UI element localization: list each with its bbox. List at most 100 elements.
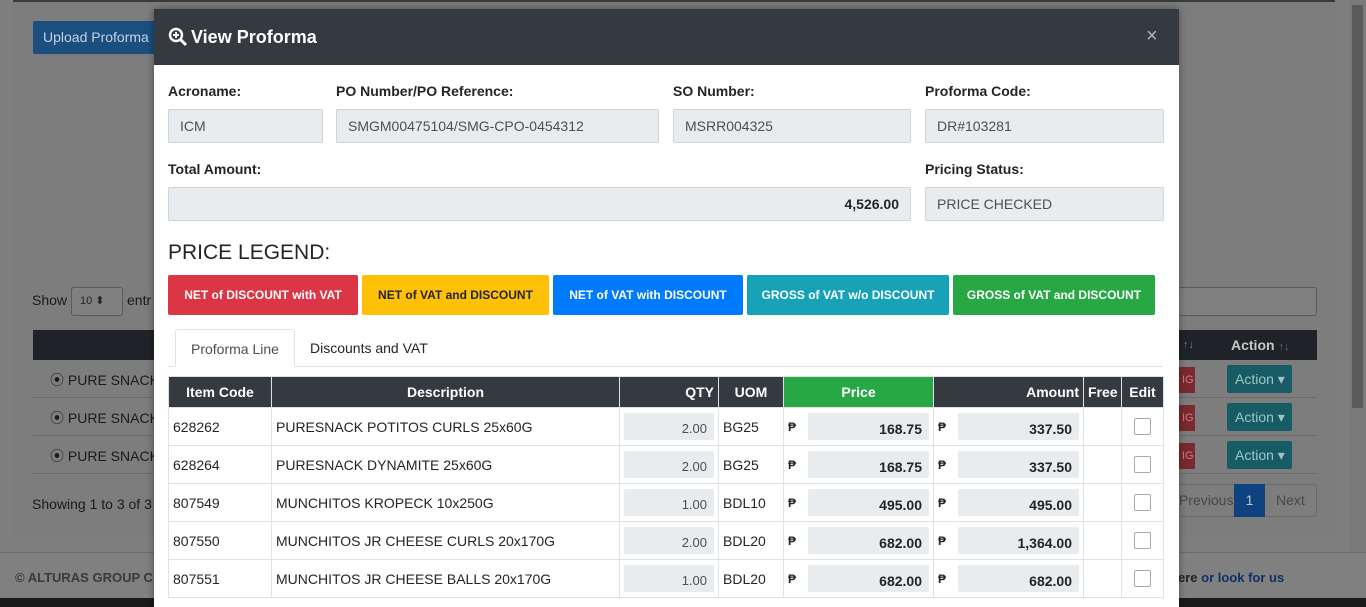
total-amount-field[interactable]: 4,526.00 — [168, 187, 911, 221]
amount-field[interactable]: 337.50 — [958, 451, 1079, 478]
free-cell — [1083, 521, 1122, 560]
proforma-code-field[interactable]: DR#103281 — [925, 109, 1164, 143]
status-badge: IG — [1179, 405, 1195, 431]
free-cell — [1083, 445, 1122, 484]
peso-icon: ₱ — [938, 533, 947, 548]
proforma-tabs: Proforma Line Discounts and VAT — [168, 329, 1163, 367]
free-cell — [1083, 483, 1122, 522]
qty-field[interactable]: 2.00 — [624, 451, 714, 478]
amount-field[interactable]: 337.50 — [958, 413, 1079, 440]
entries-label: entr — [127, 292, 152, 308]
peso-icon: ₱ — [938, 571, 947, 586]
entries-select[interactable]: 10 ⬍ — [71, 287, 123, 316]
table-row: 628264 PURESNACK DYNAMITE 25x60G 2.00 BG… — [168, 445, 1164, 484]
uom-cell: BDL20 — [718, 559, 784, 598]
action-dropdown-button[interactable]: Action ▾ — [1227, 441, 1292, 469]
uom-cell: BG25 — [718, 445, 784, 484]
show-label: Show — [32, 292, 68, 308]
proforma-code-label: Proforma Code: — [925, 83, 1031, 99]
legend-gross-of-vat-and-discount: GROSS of VAT and DISCOUNT — [953, 275, 1155, 315]
action-column-header[interactable]: Action ↑↓ — [1204, 330, 1317, 360]
close-icon[interactable]: × — [1146, 26, 1158, 46]
view-proforma-modal: View Proforma × Acroname: ICM PO Number/… — [154, 9, 1179, 607]
sort-icon: ↑↓ — [1278, 341, 1290, 353]
free-cell — [1083, 559, 1122, 598]
peso-icon: ₱ — [938, 457, 947, 472]
footer-link[interactable]: or look for us — [1201, 570, 1284, 585]
peso-icon: ₱ — [938, 419, 947, 434]
peso-icon: ₱ — [788, 457, 797, 472]
amount-field[interactable]: 682.00 — [958, 565, 1079, 592]
page-scrollbar[interactable] — [1349, 0, 1366, 552]
product-name: PURE SNACK — [67, 372, 159, 388]
uom-cell: BG25 — [718, 407, 784, 446]
zoom-in-icon — [168, 27, 188, 47]
previous-page-button[interactable]: Previous — [1179, 492, 1233, 508]
item-code-cell: 628262 — [168, 407, 272, 446]
footer-right-text: ere — [1178, 570, 1198, 585]
qty-field[interactable]: 1.00 — [624, 565, 714, 592]
amount-field[interactable]: 495.00 — [958, 489, 1079, 516]
uom-cell: BDL20 — [718, 521, 784, 560]
amount-field[interactable]: 1,364.00 — [958, 527, 1079, 554]
description-cell: PURESNACK POTITOS CURLS 25x60G — [271, 407, 620, 446]
action-dropdown-button[interactable]: Action ▾ — [1227, 365, 1292, 393]
pricing-status-field[interactable]: PRICE CHECKED — [925, 187, 1164, 221]
column-header-price: Price — [783, 376, 934, 408]
entries-select-value: 10 — [80, 295, 93, 307]
acroname-field[interactable]: ICM — [168, 109, 323, 143]
edit-checkbox[interactable] — [1134, 494, 1151, 511]
peso-icon: ₱ — [938, 495, 947, 510]
status-badge: IG — [1179, 443, 1195, 469]
so-number-field[interactable]: MSRR004325 — [673, 109, 911, 143]
table-row: 807549 MUNCHITOS KROPECK 10x250G 1.00 BD… — [168, 483, 1164, 522]
table-row: 807551 MUNCHITOS JR CHEESE BALLS 20x170G… — [168, 559, 1164, 598]
product-name: PURE SNACK — [67, 448, 159, 464]
pricing-status-label: Pricing Status: — [925, 161, 1024, 177]
price-field[interactable]: 168.75 — [808, 451, 929, 478]
column-header-qty: QTY — [619, 376, 719, 408]
action-label: Action — [1235, 371, 1274, 387]
pagination: Previous 1 Next — [1178, 484, 1317, 517]
tab-discounts-and-vat[interactable]: Discounts and VAT — [295, 329, 443, 367]
edit-checkbox[interactable] — [1134, 532, 1151, 549]
description-cell: MUNCHITOS JR CHEESE CURLS 20x170G — [271, 521, 620, 560]
column-header-amount: Amount — [933, 376, 1084, 408]
po-number-field[interactable]: SMGM00475104/SMG-CPO-0454312 — [336, 109, 659, 143]
qty-field[interactable]: 2.00 — [624, 527, 714, 554]
status-badge: IG — [1179, 367, 1195, 393]
so-number-label: SO Number: — [673, 83, 755, 99]
acroname-label: Acroname: — [168, 83, 242, 99]
edit-checkbox[interactable] — [1134, 418, 1151, 435]
edit-checkbox[interactable] — [1134, 570, 1151, 587]
price-field[interactable]: 682.00 — [808, 565, 929, 592]
price-field[interactable]: 682.00 — [808, 527, 929, 554]
search-input[interactable] — [1178, 287, 1317, 316]
footer-copyright: © ALTURAS GROUP C — [15, 570, 153, 585]
footer-right: ere or look for us — [1178, 570, 1284, 585]
upload-proforma-button[interactable]: Upload Proforma — [33, 21, 163, 54]
action-label: Action — [1235, 409, 1274, 425]
next-page-button[interactable]: Next — [1276, 492, 1305, 508]
peso-icon: ₱ — [788, 533, 797, 548]
qty-field[interactable]: 1.00 — [624, 489, 714, 516]
sort-icon[interactable]: ↑↓ — [1183, 330, 1194, 360]
page-1-button[interactable]: 1 — [1234, 484, 1265, 517]
item-code-cell: 807549 — [168, 483, 272, 522]
qty-field[interactable]: 2.00 — [624, 413, 714, 440]
action-dropdown-button[interactable]: Action ▾ — [1227, 403, 1292, 431]
table-row: 807550 MUNCHITOS JR CHEESE CURLS 20x170G… — [168, 521, 1164, 560]
showing-entries-text: Showing 1 to 3 of 3 — [32, 496, 152, 512]
price-field[interactable]: 495.00 — [808, 489, 929, 516]
product-cell: ⦿ PURE SNACK — [50, 448, 159, 464]
product-cell: ⦿ PURE SNACK — [50, 372, 159, 388]
column-header-free: Free — [1083, 376, 1122, 408]
scrollbar-thumb[interactable] — [1352, 5, 1363, 408]
edit-checkbox[interactable] — [1134, 456, 1151, 473]
uom-cell: BDL10 — [718, 483, 784, 522]
price-field[interactable]: 168.75 — [808, 413, 929, 440]
description-cell: MUNCHITOS JR CHEESE BALLS 20x170G — [271, 559, 620, 598]
total-amount-label: Total Amount: — [168, 161, 262, 177]
legend-net-of-vat-and-discount: NET of VAT and DISCOUNT — [362, 275, 549, 315]
tab-proforma-line[interactable]: Proforma Line — [175, 329, 295, 367]
